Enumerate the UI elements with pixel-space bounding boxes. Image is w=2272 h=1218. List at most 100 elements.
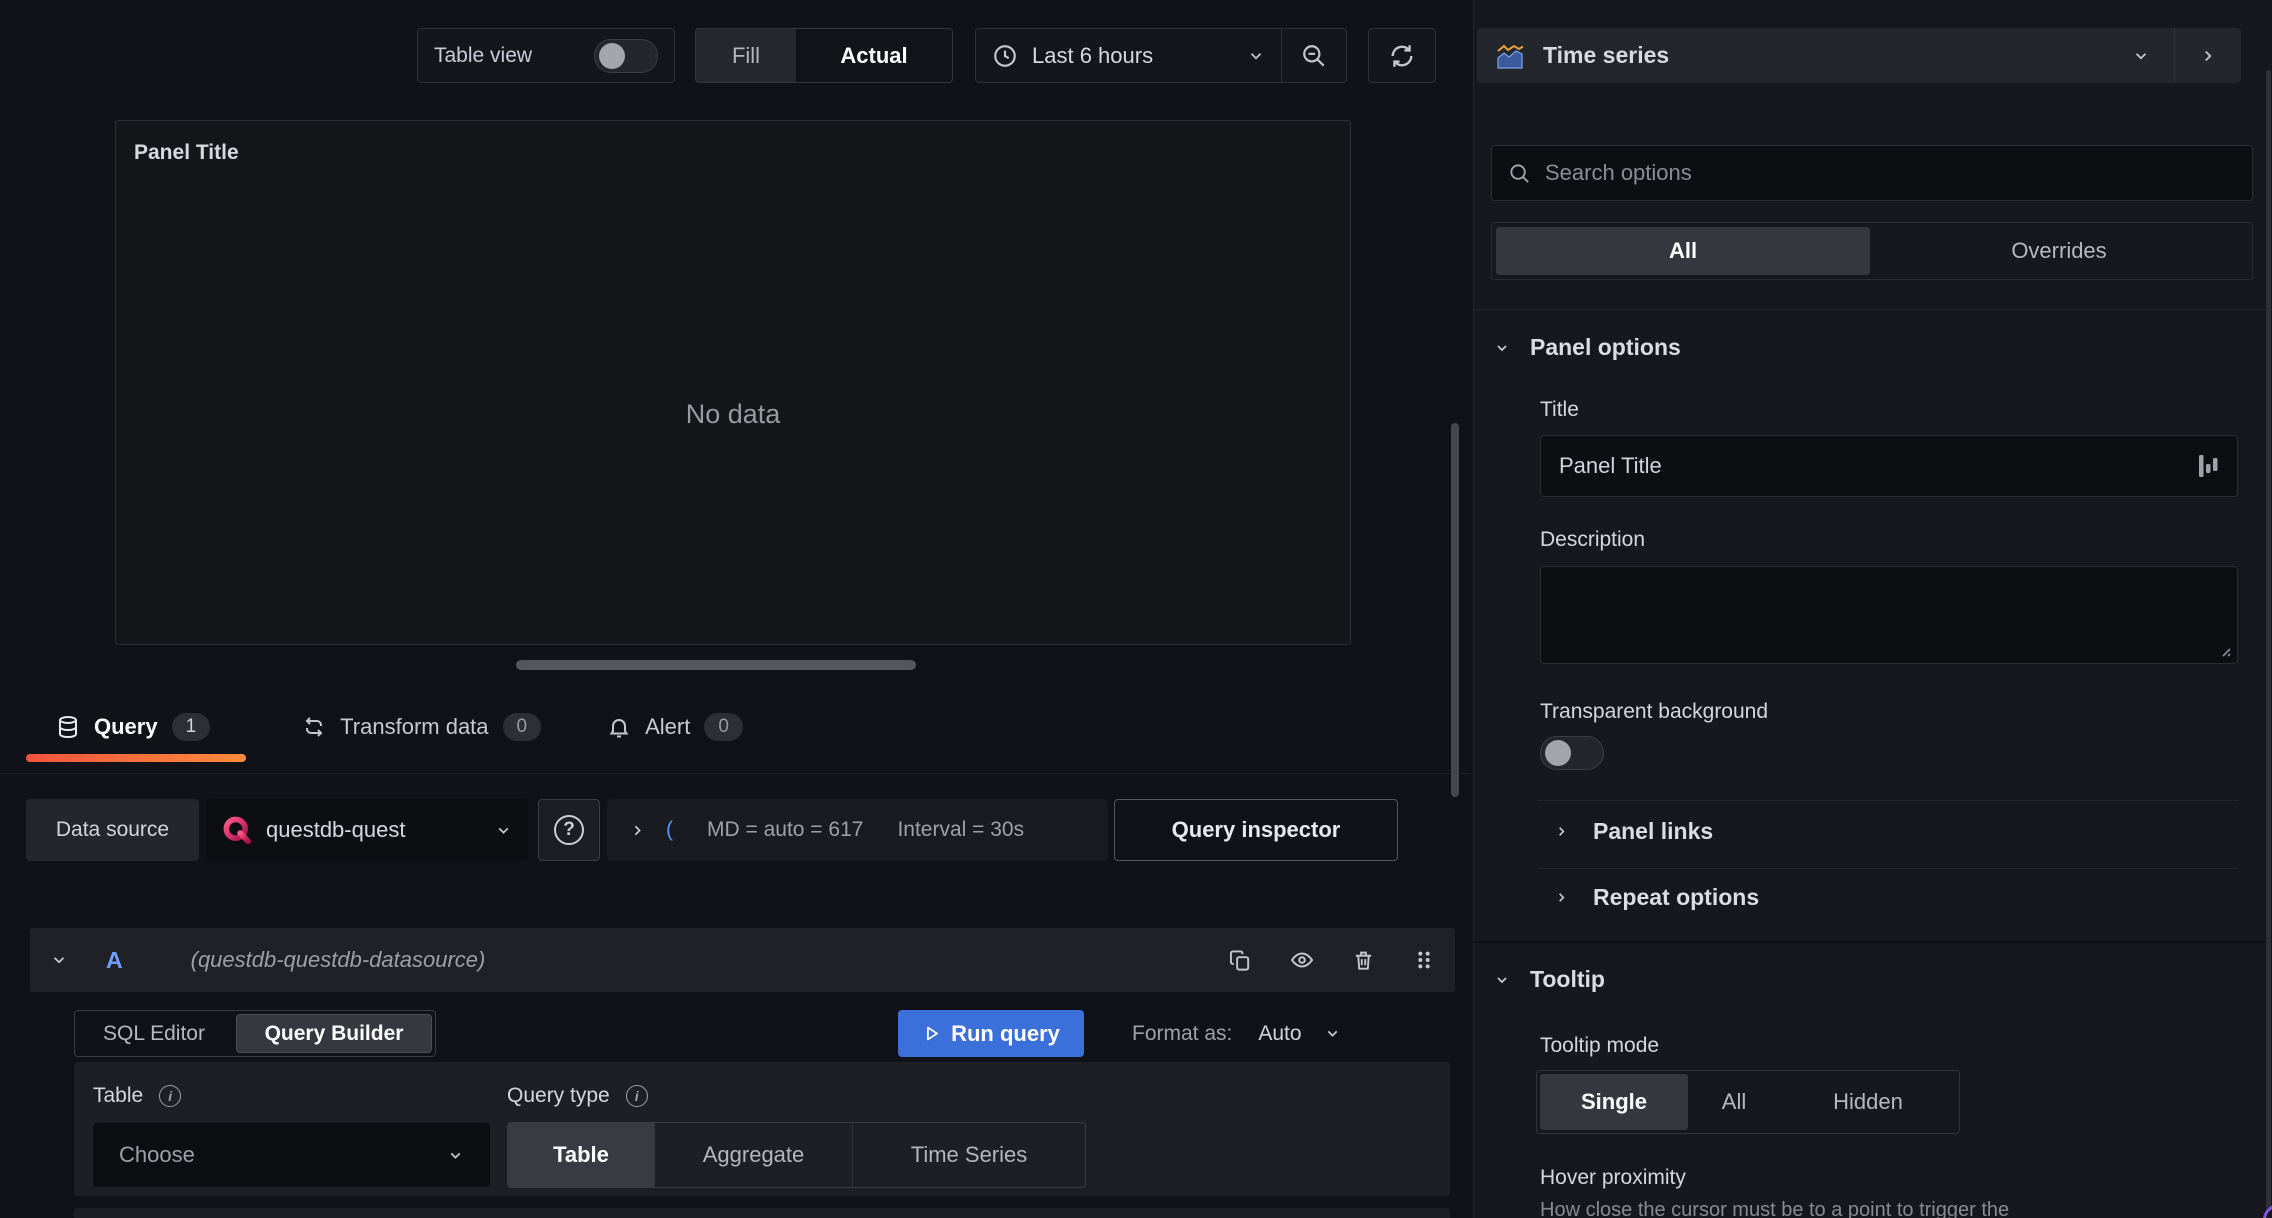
chevron-down-icon (2132, 47, 2150, 65)
panel-title-text[interactable]: Panel Title (134, 141, 239, 165)
sidebar-divider (1538, 868, 2238, 869)
refresh-icon (1388, 42, 1416, 70)
tab-transform-label: Transform data (340, 714, 489, 739)
table-field-label: Table (93, 1084, 144, 1107)
resize-handle-icon[interactable] (2217, 643, 2232, 658)
horizontal-scrollbar[interactable] (516, 660, 916, 670)
datasource-picker[interactable]: questdb-quest (206, 799, 528, 861)
tooltip-mode-single[interactable]: Single (1540, 1074, 1688, 1130)
description-textarea[interactable] (1541, 567, 2237, 663)
clock-icon (992, 43, 1018, 69)
sidebar-divider (1474, 309, 2272, 310)
options-filter-tabs: All Overrides (1491, 222, 2253, 280)
drag-handle-icon[interactable] (1413, 948, 1435, 972)
sidebar-divider (1538, 800, 2238, 801)
grafana-panel-editor: Table view Fill Actual Last 6 hours Pane… (0, 0, 2272, 1218)
visualization-picker[interactable]: Time series (1477, 28, 2241, 83)
query-type-field-label: Query type (507, 1084, 610, 1107)
section-divider (1474, 941, 2272, 943)
copy-icon[interactable] (1229, 949, 1252, 972)
tab-query-label: Query (94, 714, 158, 739)
tab-transform[interactable]: Transform data 0 (302, 713, 542, 741)
next-form-section (74, 1208, 1450, 1218)
options-search-input[interactable] (1545, 160, 2236, 186)
zoom-out-button[interactable] (1282, 43, 1346, 69)
info-icon: i (159, 1085, 182, 1107)
repeat-options-label: Repeat options (1593, 884, 1760, 910)
actual-option[interactable]: Actual (796, 29, 952, 82)
panel-options-header[interactable]: Panel options (1494, 334, 1681, 361)
transparent-bg-toggle[interactable] (1540, 736, 1604, 770)
transform-icon (302, 715, 326, 739)
chevron-down-icon (1324, 1025, 1341, 1042)
play-icon (922, 1024, 941, 1043)
repeat-options-section[interactable]: Repeat options (1554, 884, 1759, 911)
tooltip-mode-all[interactable]: All (1688, 1074, 1780, 1130)
tab-alert-label: Alert (645, 714, 691, 739)
filter-tab-overrides[interactable]: Overrides (1870, 227, 2248, 275)
table-view-toggle[interactable] (594, 38, 658, 73)
collapse-options-button[interactable] (2175, 28, 2241, 83)
options-search[interactable] (1491, 145, 2253, 201)
tab-alert[interactable]: Alert 0 (607, 713, 743, 741)
eye-icon[interactable] (1290, 948, 1314, 972)
datasource-value: questdb-quest (266, 817, 406, 842)
sidebar-scrollbar[interactable] (2266, 70, 2271, 1218)
query-ref-id: A (106, 946, 123, 973)
query-type-group: Table Aggregate Time Series (507, 1122, 1086, 1188)
visualization-label: Time series (1543, 42, 1670, 68)
table-select[interactable]: Choose (93, 1123, 490, 1187)
tooltip-section-header[interactable]: Tooltip (1494, 966, 1605, 993)
panel-links-section[interactable]: Panel links (1554, 818, 1713, 845)
query-inspector-button[interactable]: Query inspector (1114, 799, 1398, 861)
transparent-bg-label: Transparent background (1540, 700, 1769, 723)
panel-title-field[interactable] (1540, 435, 2238, 497)
query-a-header[interactable]: A (questdb-questdb-datasource) (30, 928, 1455, 992)
chevron-right-icon (2199, 47, 2217, 65)
tooltip-mode-group: Single All Hidden (1536, 1070, 1960, 1134)
query-options-paren: ( (666, 818, 673, 841)
table-select-placeholder: Choose (119, 1142, 195, 1167)
time-range-control: Last 6 hours (975, 28, 1347, 83)
interval-value: Interval = 30s (897, 818, 1025, 841)
time-range-label: Last 6 hours (1032, 42, 1154, 68)
questdb-logo-icon (222, 815, 252, 845)
suggestions-icon[interactable] (2197, 453, 2219, 479)
no-data-message: No data (685, 399, 781, 429)
tooltip-mode-hidden[interactable]: Hidden (1780, 1074, 1956, 1130)
sql-editor-option[interactable]: SQL Editor (75, 1011, 233, 1056)
refresh-button[interactable] (1368, 28, 1436, 83)
query-builder-form: Table i Query type i Choose Table Aggreg… (74, 1062, 1450, 1196)
tab-query[interactable]: Query 1 (26, 700, 247, 762)
query-type-timeseries[interactable]: Time Series (852, 1123, 1085, 1187)
panel-preview: Panel Title No data (115, 120, 1351, 645)
chevron-down-icon (1494, 340, 1510, 356)
chevron-right-icon (1554, 890, 1569, 905)
run-query-button[interactable]: Run query (898, 1010, 1084, 1057)
tooltip-section-title: Tooltip (1530, 966, 1605, 992)
panel-title-input[interactable] (1559, 453, 2185, 479)
format-as-select[interactable]: Auto (1258, 1022, 1340, 1046)
hover-proximity-help: How close the cursor must be to a point … (1540, 1199, 2010, 1218)
toggle-knob (1545, 740, 1571, 766)
query-builder-option[interactable]: Query Builder (236, 1014, 432, 1053)
trash-icon[interactable] (1352, 949, 1375, 972)
query-type-table[interactable]: Table (508, 1123, 654, 1187)
main-vertical-scrollbar[interactable] (1451, 423, 1459, 797)
query-options-row[interactable]: ( MD = auto = 617 Interval = 30s (607, 799, 1108, 861)
chevron-down-icon (495, 822, 512, 839)
query-type-aggregate[interactable]: Aggregate (654, 1123, 852, 1187)
options-sidebar: Time series All Overrides (1474, 0, 2272, 1218)
chevron-right-icon (1554, 824, 1569, 839)
filter-tab-all[interactable]: All (1496, 227, 1870, 275)
description-field[interactable] (1540, 566, 2238, 664)
run-query-label: Run query (951, 1020, 1060, 1046)
bell-icon (607, 715, 631, 739)
description-field-label: Description (1540, 528, 1646, 551)
chevron-down-icon (1247, 47, 1265, 65)
datasource-help-button[interactable]: ? (538, 799, 600, 861)
time-range-picker[interactable]: Last 6 hours (976, 43, 1281, 69)
search-icon (1508, 162, 1531, 185)
fill-option[interactable]: Fill (696, 29, 796, 82)
chevron-down-icon[interactable] (50, 951, 68, 969)
